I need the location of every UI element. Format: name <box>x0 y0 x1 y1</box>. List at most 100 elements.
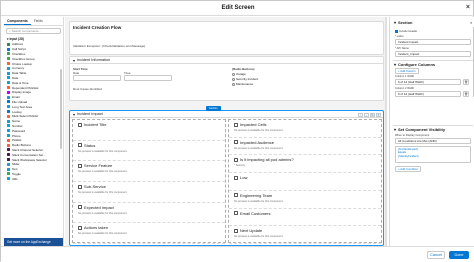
configure-columns-header[interactable]: ▾ Configure Columns <box>394 62 435 67</box>
root-cause-label: Root Cause Identified <box>73 87 102 91</box>
api-name-field[interactable]: Incident_Impact <box>395 51 471 57</box>
appexchange-link[interactable]: Get more on the AppExchange <box>4 238 63 246</box>
chevron-down-icon: ▾ <box>394 20 396 25</box>
delete-column-1-icon[interactable]: 🗑 <box>463 79 469 85</box>
field-name: Is it impacting all pod admins? <box>234 157 294 162</box>
column-2[interactable]: Impacted CellsNo preview is available fo… <box>228 119 382 243</box>
field-name-text: Impacted Cells <box>240 122 266 127</box>
add-condition-button[interactable]: + Add Condition <box>395 166 421 172</box>
component-icon <box>7 76 10 79</box>
section-header-label: Incident Impact <box>77 112 103 116</box>
screen-field[interactable]: Impacted CellsNo preview is available fo… <box>229 120 381 138</box>
component-label: Date & Time <box>12 81 29 85</box>
delete-icon[interactable]: ✕ <box>376 113 381 117</box>
when-select[interactable]: All Conditions Are Met (AND) <box>395 138 471 144</box>
component-icon <box>7 148 10 151</box>
move-down-icon[interactable]: ↓ <box>364 113 369 117</box>
component-icon <box>7 163 10 166</box>
incident-information-section[interactable]: ▾ Incident Information Start Time Date T… <box>69 56 384 101</box>
field-name-text: Impacted Audience <box>240 140 274 145</box>
palette-scrollbar[interactable] <box>60 69 62 149</box>
include-header-checkbox[interactable]: Include Header <box>395 30 417 33</box>
chevron-down-icon: ▾ <box>394 127 396 132</box>
screen-canvas: Incident Creation Flow Validation Except… <box>65 17 387 246</box>
configure-columns-title: Configure Columns <box>398 62 435 67</box>
screen-field[interactable]: Expected ImpactNo preview is available f… <box>73 203 225 224</box>
radio-security-incident[interactable]: Security Incident <box>232 77 258 81</box>
tab-fields[interactable]: Fields <box>31 17 46 25</box>
component-icon <box>7 177 10 180</box>
section-header: ▾ Incident Impact <box>70 111 383 118</box>
condition-value: {!IdentityIncident} <box>398 155 468 158</box>
component-label: Picklist <box>12 138 21 142</box>
search-input[interactable]: ⌕ Search components... <box>6 28 61 34</box>
component-list: AddressCall ScriptCheckboxCheckbox Group… <box>4 42 63 181</box>
screen-field[interactable]: Service FeatureNo preview is available f… <box>73 161 225 182</box>
radio-label: Outage <box>236 72 246 76</box>
screen-field[interactable]: Is it impacting all pod admins? * Severit… <box>229 155 381 173</box>
move-up-icon[interactable]: ↑ <box>358 113 363 117</box>
visibility-title: Set Component Visibility <box>398 127 445 132</box>
radio-label: Security Incident <box>236 77 258 81</box>
close-icon[interactable]: × <box>466 4 470 11</box>
field-icon <box>234 140 238 144</box>
component-icon <box>7 110 10 113</box>
field-name-text: Engineering Team <box>240 193 272 198</box>
field-name-text: Email Customers <box>240 211 270 216</box>
field-hint: * Severity <box>234 164 245 167</box>
title-card[interactable]: Incident Creation Flow Validation Except… <box>69 21 384 55</box>
screen-field[interactable]: Impacted AudienceNo preview is available… <box>229 138 381 156</box>
section-properties-title: Section <box>398 20 412 25</box>
time-field[interactable] <box>124 75 172 81</box>
screen-field[interactable]: Actions takenNo preview is available for… <box>73 223 225 244</box>
component-label: Slack Workspace Selector <box>12 158 47 162</box>
component-label: Name <box>12 119 20 123</box>
screen-field[interactable]: Next UpdateNo preview is available for t… <box>229 226 381 244</box>
component-label: Long Text Area <box>12 105 32 109</box>
screen-field[interactable]: Engineering TeamNo preview is available … <box>229 191 381 209</box>
field-icon <box>234 176 238 180</box>
component-label: Choice Lookup <box>12 62 32 66</box>
label-caption: * Label <box>395 35 403 38</box>
screen-field[interactable]: Sub-ServiceNo preview is available for t… <box>73 182 225 203</box>
canvas-scrollbar[interactable] <box>385 17 387 246</box>
done-button[interactable]: Done <box>449 251 469 259</box>
modal-footer: Cancel Done <box>1 246 474 262</box>
tab-components[interactable]: Components <box>4 17 31 25</box>
field-name: Low <box>234 175 247 180</box>
visibility-header[interactable]: ▾ Set Component Visibility <box>394 127 445 132</box>
component-palette: Components Fields ⌕ Search components...… <box>4 17 64 246</box>
component-label: Checkbox Group <box>12 57 35 61</box>
condition-card[interactable]: {!IncidentImpact} Equals {!IdentityIncid… <box>395 146 471 163</box>
palette-component[interactable]: URL <box>4 176 63 181</box>
component-icon <box>7 52 10 55</box>
component-label: Phone <box>12 134 21 138</box>
chevron-down-icon: ▾ <box>73 112 75 117</box>
field-icon <box>78 185 82 189</box>
incident-impact-section[interactable]: Section ▾ Incident Impact ↑ ↓ ⧉ ✕ Incide… <box>69 110 384 246</box>
duplicate-icon[interactable]: ⧉ <box>370 113 375 117</box>
label-field[interactable]: Incident Impact <box>395 39 471 45</box>
close-icon[interactable]: × <box>470 20 472 25</box>
divider <box>393 60 473 61</box>
search-placeholder: Search components... <box>12 29 41 33</box>
field-icon <box>234 193 238 197</box>
component-label: Date <box>12 76 18 80</box>
radio-maintenance[interactable]: Maintenance <box>232 82 253 86</box>
add-column-button[interactable]: + Add Column <box>395 68 419 74</box>
column-1[interactable]: Incident TitleStatusNo preview is availa… <box>72 119 226 243</box>
date-field[interactable] <box>73 75 121 81</box>
component-icon <box>7 124 10 127</box>
component-label: Slack Channel Selector <box>12 148 43 152</box>
screen-field[interactable]: Incident Title <box>73 120 225 141</box>
column-1-width-select[interactable]: 6 of 12 (Half Width) <box>395 79 461 85</box>
column-2-width-select[interactable]: 6 of 12 (Half Width) <box>395 91 461 97</box>
screen-field[interactable]: Email Customers <box>229 209 381 227</box>
screen-field[interactable]: Low <box>229 173 381 191</box>
delete-column-2-icon[interactable]: 🗑 <box>463 91 469 97</box>
screen-field[interactable]: StatusNo preview is available for this c… <box>73 141 225 162</box>
component-icon <box>7 57 10 60</box>
component-label: Address <box>12 42 23 46</box>
cancel-button[interactable]: Cancel <box>427 251 445 259</box>
radio-outage[interactable]: Outage <box>232 72 246 76</box>
